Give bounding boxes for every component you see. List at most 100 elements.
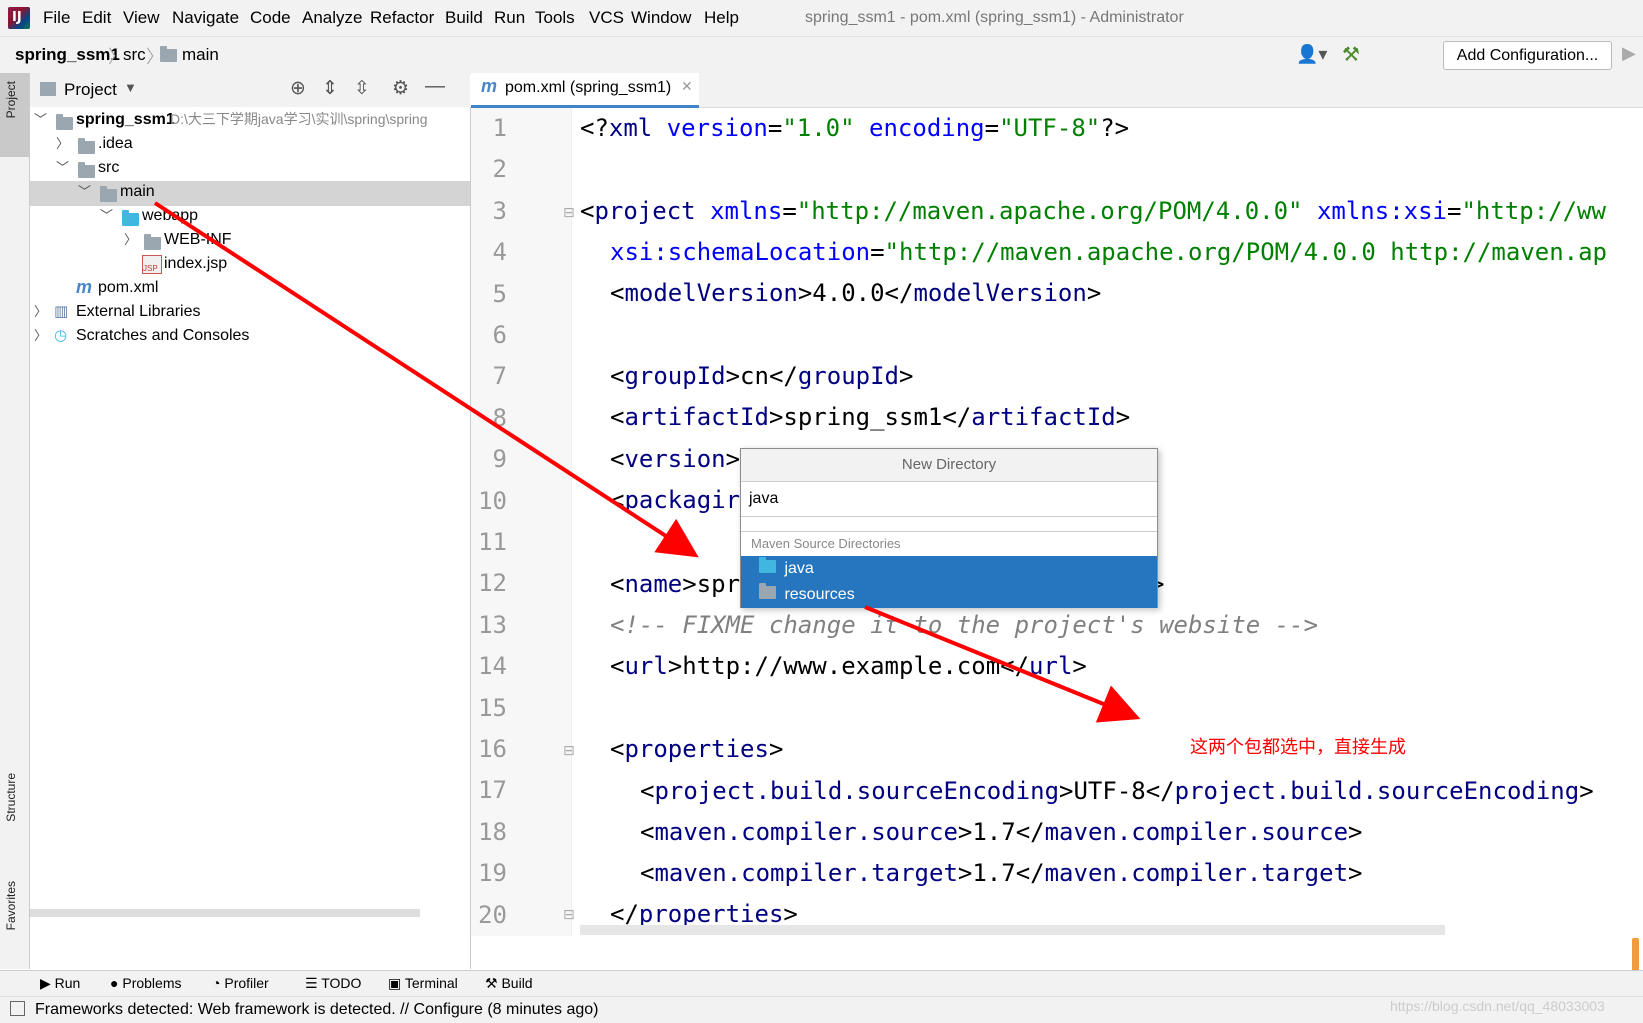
- editor-horizontal-scrollbar[interactable]: [580, 925, 1445, 935]
- folder-icon: [160, 46, 177, 67]
- menu-refactor[interactable]: Refactor: [370, 8, 434, 28]
- menu-window[interactable]: Window: [631, 8, 691, 28]
- tree-label: src: [98, 159, 120, 176]
- collapse-all-icon[interactable]: ⇳: [354, 77, 370, 100]
- chevron-right-icon: 〉: [56, 136, 70, 151]
- close-icon[interactable]: ✕: [681, 78, 693, 95]
- menu-edit[interactable]: Edit: [82, 8, 111, 28]
- line-number: 14: [478, 652, 507, 681]
- tool-label: Profiler: [224, 975, 269, 991]
- line-number: 11: [478, 528, 507, 556]
- window-title: spring_ssm1 - pom.xml (spring_ssm1) - Ad…: [805, 9, 1184, 26]
- breadcrumb-project[interactable]: spring_ssm1: [15, 45, 120, 65]
- line-number: 12: [478, 569, 507, 598]
- tool-todo[interactable]: ☰ TODO: [305, 975, 361, 992]
- code-line-5: <modelVersion>4.0.0</modelVersion>: [610, 279, 1102, 307]
- directory-name-input[interactable]: java: [741, 482, 1157, 517]
- tree-label: main: [120, 183, 155, 200]
- hide-icon[interactable]: —: [425, 75, 445, 98]
- fold-icon[interactable]: ⊟: [563, 204, 575, 221]
- menu-navigate[interactable]: Navigate: [172, 8, 239, 28]
- suggestion-label: java: [784, 560, 814, 578]
- line-number: 17: [478, 776, 507, 805]
- intellij-logo-icon: IJ: [8, 7, 30, 29]
- menu-run[interactable]: Run: [494, 8, 525, 28]
- terminal-icon: ▣: [388, 975, 405, 991]
- tree-label: Scratches and Consoles: [76, 327, 250, 344]
- user-icon[interactable]: 👤▾: [1296, 44, 1327, 65]
- popup-title: New Directory: [741, 449, 1157, 482]
- menu-view[interactable]: View: [123, 8, 160, 28]
- tree-label: pom.xml: [98, 279, 159, 296]
- tab-label: pom.xml (spring_ssm1): [505, 79, 672, 96]
- menu-tools[interactable]: Tools: [535, 8, 575, 28]
- tab-favorites[interactable]: Favorites: [4, 881, 18, 930]
- code-line-3: <project xmlns="http://maven.apache.org/…: [580, 197, 1606, 225]
- suggestion-resources[interactable]: resources: [741, 582, 1157, 608]
- tool-run[interactable]: ▶ Run: [40, 975, 80, 992]
- menu-code[interactable]: Code: [250, 8, 291, 28]
- tab-project[interactable]: Project: [4, 81, 18, 118]
- gear-icon[interactable]: ⚙: [392, 77, 409, 100]
- locate-icon[interactable]: ⊕: [290, 77, 306, 100]
- run-icon[interactable]: ▶: [1622, 43, 1636, 64]
- maven-file-icon: m: [481, 76, 498, 96]
- chevron-down-icon: ﹀: [78, 184, 92, 199]
- breadcrumb-main[interactable]: main: [182, 45, 219, 65]
- line-number: 18: [478, 817, 507, 846]
- tool-problems[interactable]: ● Problems: [110, 975, 182, 991]
- jsp-file-icon: JSP: [142, 255, 162, 274]
- breadcrumb-src[interactable]: src: [123, 45, 146, 65]
- tab-structure[interactable]: Structure: [4, 773, 18, 822]
- line-number: 1: [492, 114, 507, 142]
- tool-terminal[interactable]: ▣ Terminal: [388, 975, 458, 992]
- folder-icon: [78, 137, 95, 162]
- code-line-19: <maven.compiler.target>1.7</maven.compil…: [640, 859, 1363, 887]
- line-number: 15: [478, 693, 507, 722]
- status-message[interactable]: Frameworks detected: Web framework is de…: [35, 1001, 599, 1019]
- tool-build[interactable]: ⚒ Build: [485, 975, 533, 992]
- tree-label: .idea: [98, 135, 133, 152]
- editor-tab-bar: m pom.xml (spring_ssm1) ✕: [471, 73, 1643, 108]
- toggle-tool-windows-icon[interactable]: [10, 1001, 25, 1016]
- project-path: D:\大三下学期java学习\实训\spring\spring: [170, 111, 428, 127]
- fold-icon[interactable]: ⊟: [563, 906, 575, 923]
- selected-row-highlight: [30, 181, 470, 206]
- hammer-icon: ⚒: [485, 975, 502, 991]
- tree-label: spring_ssm1: [76, 111, 175, 128]
- fold-icon[interactable]: ⊟: [563, 742, 575, 759]
- menu-file[interactable]: File: [43, 8, 70, 28]
- menu-analyze[interactable]: Analyze: [302, 8, 362, 28]
- resources-folder-icon: [759, 582, 776, 608]
- project-view-icon: [40, 82, 56, 96]
- chevron-right-icon: 〉: [34, 328, 48, 343]
- line-number: 7: [492, 362, 507, 391]
- project-panel-header: Project ▼ ⊕ ⇕ ⇳ ⚙ —: [30, 73, 470, 108]
- editor-gutter: [471, 108, 572, 936]
- menu-vcs[interactable]: VCS: [589, 8, 624, 28]
- chevron-right-icon: 〉: [34, 304, 48, 319]
- tool-label: TODO: [321, 975, 362, 991]
- menu-help[interactable]: Help: [704, 8, 739, 28]
- add-configuration-button[interactable]: Add Configuration...: [1443, 41, 1612, 70]
- horizontal-scrollbar[interactable]: [30, 909, 420, 917]
- line-number: 4: [492, 238, 507, 267]
- line-number: 5: [492, 279, 507, 308]
- build-hammer-icon[interactable]: ⚒: [1342, 42, 1360, 67]
- dropdown-chevron-icon[interactable]: ▼: [124, 80, 137, 95]
- maven-source-group-label: Maven Source Directories: [741, 531, 1157, 556]
- tab-pom-xml[interactable]: m pom.xml (spring_ssm1) ✕: [471, 73, 699, 108]
- code-line-20: </properties>: [610, 900, 798, 928]
- suggestion-java[interactable]: java: [741, 556, 1157, 582]
- tool-window-bar: ▶ Run ● Problems ◔ Profiler ☰ TODO ▣ Ter…: [0, 970, 1643, 997]
- menu-build[interactable]: Build: [445, 8, 483, 28]
- expand-all-icon[interactable]: ⇕: [322, 77, 338, 100]
- tool-profiler[interactable]: ◔ Profiler: [212, 975, 269, 991]
- code-line-14: <url>http://www.example.com</url>: [610, 652, 1087, 680]
- tree-item-spring_ssm1[interactable]: ﹀ spring_ssm1 D:\大三下学期java学习\实训\spring\s…: [30, 107, 470, 132]
- project-view-title[interactable]: Project: [64, 80, 117, 100]
- profiler-icon: ◔: [212, 975, 225, 991]
- watermark: https://blog.csdn.net/qq_48033003: [1390, 998, 1605, 1014]
- tree-label: webapp: [142, 207, 199, 224]
- line-number: 6: [492, 321, 507, 349]
